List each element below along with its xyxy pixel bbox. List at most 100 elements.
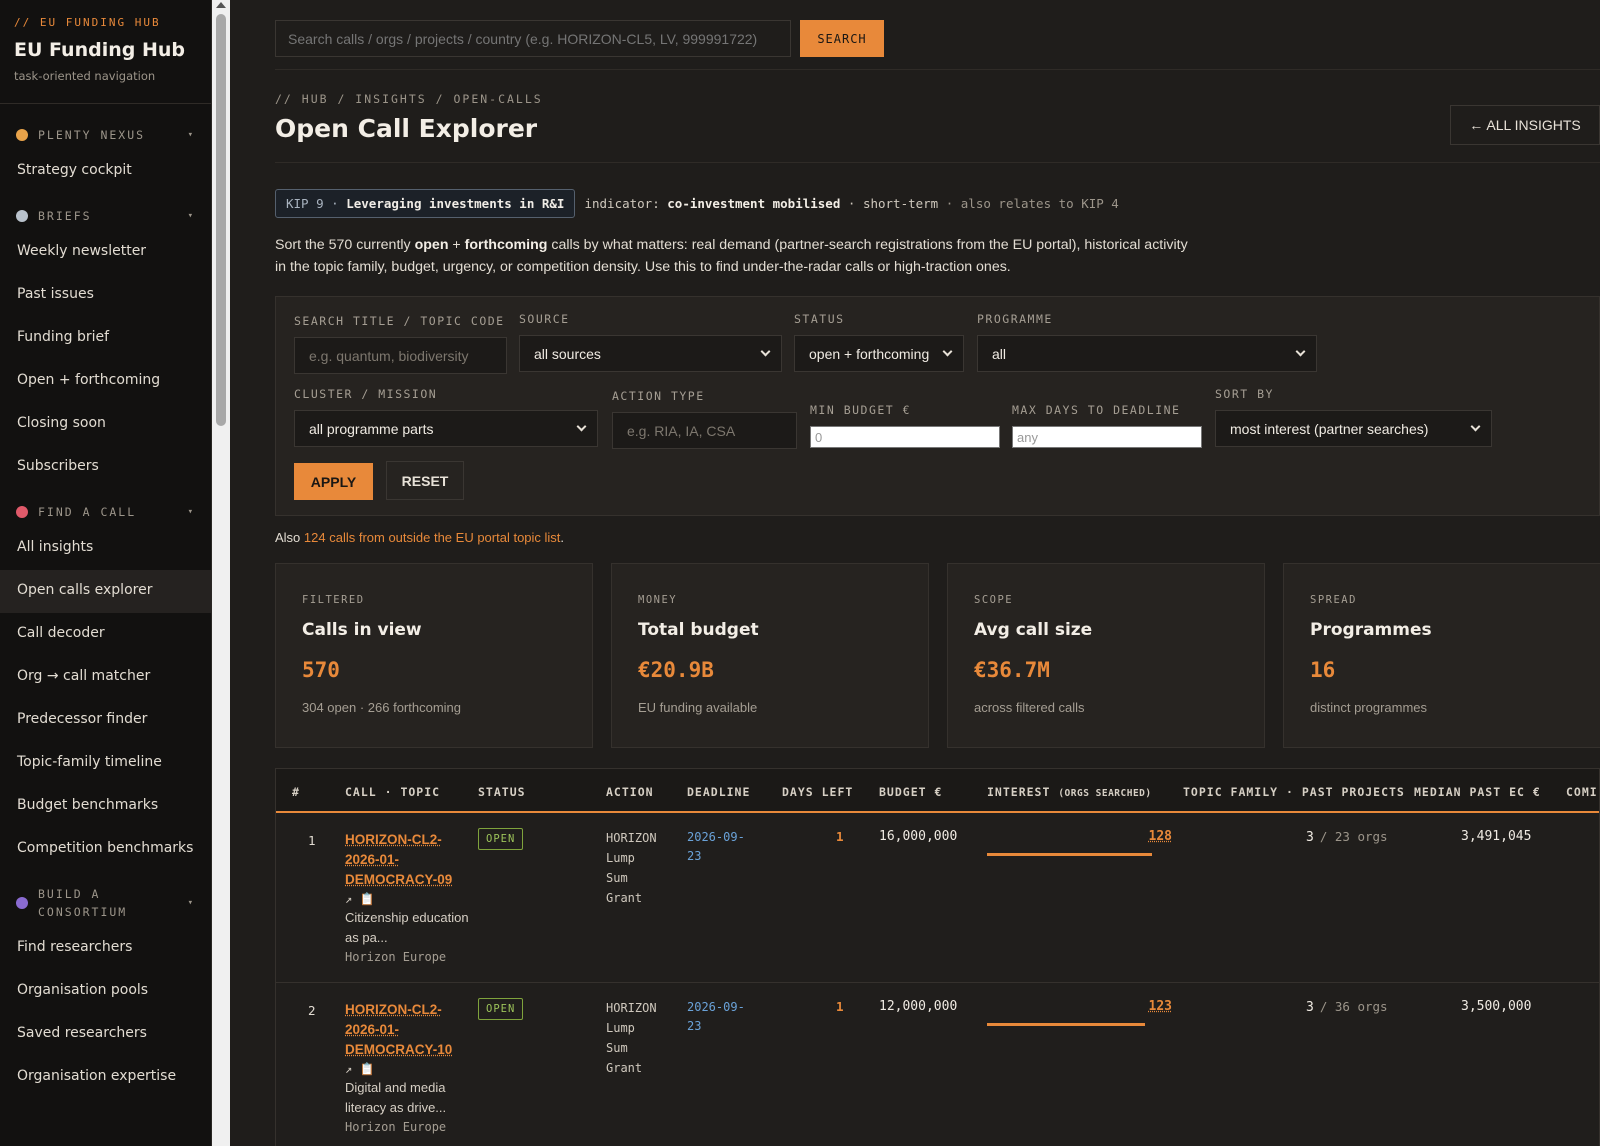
card-kicker: SPREAD (1310, 594, 1357, 606)
col-status[interactable]: STATUS (478, 785, 526, 799)
sidebar-group-label: PLENTY NEXUS (38, 128, 146, 142)
chevron-down-icon (942, 346, 953, 357)
outside-calls-link[interactable]: 124 calls from outside the EU portal top… (304, 530, 561, 545)
sidebar-item-funding-brief[interactable]: Funding brief (0, 317, 211, 360)
days-left: 1 (836, 999, 844, 1014)
sidebar-scrollbar[interactable] (212, 0, 230, 1146)
reset-button[interactable]: RESET (386, 461, 464, 500)
chevron-down-icon[interactable]: ▾ (188, 507, 195, 517)
kip-relates: · also relates to KIP 4 (945, 196, 1119, 211)
sidebar-item-subscribers[interactable]: Subscribers (0, 446, 211, 489)
sidebar-item-competition-benchmarks[interactable]: Competition benchmarks (0, 828, 211, 871)
filter-max-days-input[interactable]: any (1012, 426, 1202, 448)
filter-action-input[interactable]: e.g. RIA, IA, CSA (612, 412, 797, 449)
filter-programme-select[interactable]: all (977, 335, 1317, 372)
sidebar-group-briefs[interactable]: BRIEFS ▾ (0, 193, 211, 231)
programme-name: Horizon Europe (345, 1120, 447, 1134)
kip-indicator: indicator: co-investment mobilised · sho… (584, 196, 1118, 211)
all-insights-button[interactable]: ← ALL INSIGHTS (1450, 105, 1600, 145)
col-interest[interactable]: INTEREST (ORGS SEARCHED) (987, 785, 1152, 799)
scroll-up-arrow-icon[interactable] (216, 2, 226, 8)
filter-min-budget-input[interactable]: 0 (810, 426, 1000, 448)
action-line: Sum (606, 871, 628, 885)
col-num[interactable]: # (292, 785, 300, 799)
external-link-icon[interactable]: ↗ 📋 (345, 892, 475, 906)
clock-icon (16, 129, 28, 141)
sidebar-item-open-forthcoming[interactable]: Open + forthcoming (0, 360, 211, 403)
external-link-icon[interactable]: ↗ 📋 (345, 1062, 475, 1076)
col-action[interactable]: ACTION (606, 785, 654, 799)
intro-bold: open (414, 237, 449, 253)
topic-code-link[interactable]: HORIZON-CL2-2026-01-DEMOCRACY-10 (345, 1000, 455, 1060)
sidebar-group-build-a-consortium[interactable]: BUILD A CONSORTIUM ▾ (0, 871, 211, 927)
family-orgs: / 23 orgs (1319, 829, 1388, 844)
app-title[interactable]: EU Funding Hub (14, 39, 197, 61)
action-line: Lump (606, 1021, 635, 1035)
sidebar-item-saved-researchers[interactable]: Saved researchers (0, 1013, 211, 1056)
sidebar-item-open-calls-explorer[interactable]: Open calls explorer (0, 570, 211, 613)
action-line: HORIZON (606, 1001, 657, 1015)
apply-button[interactable]: APPLY (294, 463, 373, 500)
sidebar-item-call-decoder[interactable]: Call decoder (0, 613, 211, 656)
median-past-ec: 3,491,045 (1461, 829, 1532, 844)
filter-cluster-select[interactable]: all programme parts (294, 410, 598, 447)
also-prefix: Also (275, 530, 304, 545)
filter-source-select[interactable]: all sources (519, 335, 782, 372)
interest-count[interactable]: 128 (1131, 829, 1172, 844)
col-competition[interactable]: COMI (1566, 785, 1598, 799)
card-value: €20.9B (638, 658, 714, 682)
sidebar-item-closing-soon[interactable]: Closing soon (0, 403, 211, 446)
sidebar-item-all-insights[interactable]: All insights (0, 527, 211, 570)
sidebar-group-plenty-nexus[interactable]: PLENTY NEXUS ▾ (0, 126, 211, 150)
intro-bold: forthcoming (464, 237, 548, 253)
filter-sort-select[interactable]: most interest (partner searches) (1215, 410, 1492, 447)
interest-bar (987, 853, 1152, 856)
kip-badge: KIP 9 · Leveraging investments in R&I (275, 189, 576, 218)
sidebar-item-topic-family-timeline[interactable]: Topic-family timeline (0, 742, 211, 785)
sidebar-item-org-call-matcher[interactable]: Org → call matcher (0, 656, 211, 699)
filter-search-input[interactable]: e.g. quantum, biodiversity (294, 337, 507, 374)
chevron-down-icon[interactable]: ▾ (188, 130, 195, 140)
topic-family-past: 3 / 36 orgs (1306, 999, 1388, 1015)
chevron-down-icon[interactable]: ▾ (188, 211, 195, 221)
col-budget[interactable]: BUDGET € (879, 785, 942, 799)
chevron-down-icon[interactable]: ▾ (188, 898, 195, 908)
indicator-value: co-investment mobilised (667, 196, 841, 211)
sidebar-item-past-issues[interactable]: Past issues (0, 274, 211, 317)
sidebar: // EU FUNDING HUB EU Funding Hub task-or… (0, 0, 212, 1146)
family-orgs: / 36 orgs (1319, 999, 1388, 1014)
col-call-topic[interactable]: CALL · TOPIC (345, 785, 440, 799)
main-content: SEARCH // HUB / INSIGHTS / OPEN-CALLS Op… (275, 0, 1600, 1146)
filter-panel: SEARCH TITLE / TOPIC CODE e.g. quantum, … (275, 296, 1600, 516)
col-median-ec[interactable]: MEDIAN PAST EC € (1414, 785, 1541, 799)
interest-count[interactable]: 123 (1131, 999, 1172, 1014)
filter-sort-label: SORT BY (1215, 387, 1274, 401)
global-search-button[interactable]: SEARCH (800, 20, 884, 57)
top-search-bar: SEARCH (275, 20, 1600, 70)
scroll-thumb[interactable] (216, 14, 226, 426)
sidebar-item-budget-benchmarks[interactable]: Budget benchmarks (0, 785, 211, 828)
col-topic-family[interactable]: TOPIC FAMILY · PAST PROJECTS (1183, 785, 1405, 799)
sidebar-item-weekly-newsletter[interactable]: Weekly newsletter (0, 231, 211, 274)
card-subtitle: EU funding available (638, 700, 758, 715)
action-line: Grant (606, 891, 643, 905)
app-subtitle: task-oriented navigation (14, 69, 156, 83)
filter-source-label: SOURCE (519, 312, 570, 326)
sidebar-item-find-researchers[interactable]: Find researchers (0, 927, 211, 970)
col-deadline[interactable]: DEADLINE (687, 785, 750, 799)
median-past-ec: 3,500,000 (1461, 999, 1532, 1014)
sidebar-item-organisation-pools[interactable]: Organisation pools (0, 970, 211, 1013)
global-search-input[interactable] (275, 20, 791, 57)
sidebar-item-predecessor-finder[interactable]: Predecessor finder (0, 699, 211, 742)
status-cell: OPEN (478, 998, 524, 1020)
filter-programme-label: PROGRAMME (977, 312, 1053, 326)
chevron-down-icon (576, 421, 587, 432)
col-days-left[interactable]: DAYS LEFT (782, 785, 853, 799)
sidebar-item-organisation-expertise[interactable]: Organisation expertise (0, 1056, 211, 1099)
table-row: 1 HORIZON-CL2-2026-01-DEMOCRACY-09 ↗ 📋 Citi… (276, 813, 1599, 983)
filter-action-label: ACTION TYPE (612, 389, 705, 403)
sidebar-item-strategy-cockpit[interactable]: Strategy cockpit (0, 150, 211, 193)
sidebar-group-find-a-call[interactable]: FIND A CALL ▾ (0, 489, 211, 527)
filter-status-select[interactable]: open + forthcoming (794, 335, 964, 372)
topic-code-link[interactable]: HORIZON-CL2-2026-01-DEMOCRACY-09 (345, 830, 455, 890)
